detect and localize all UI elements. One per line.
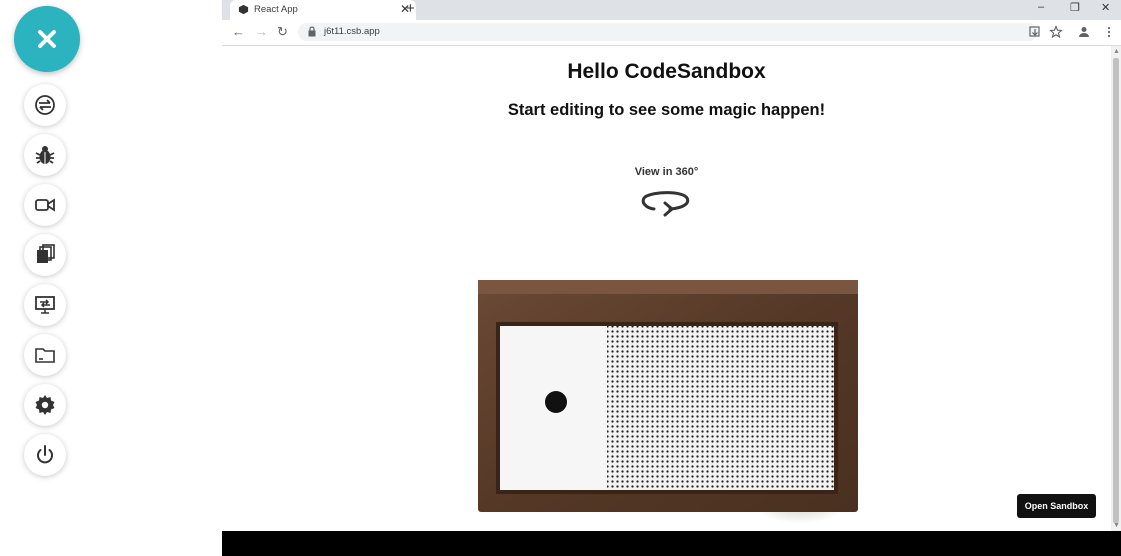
rotate-360-icon[interactable] — [640, 186, 692, 218]
gear-icon — [35, 395, 55, 415]
sync-button[interactable] — [24, 84, 66, 126]
url-field[interactable]: j6t11.csb.app — [298, 23, 1038, 41]
tab-react-app[interactable]: React App ✕ — [230, 0, 416, 20]
restore-button[interactable]: ❐ — [1070, 1, 1080, 14]
remote-desktop-icon — [35, 296, 55, 314]
scrollbar-thumb[interactable] — [1113, 58, 1119, 523]
copy-button[interactable] — [24, 234, 66, 276]
forward-button[interactable]: → — [255, 24, 268, 39]
power-button[interactable] — [24, 434, 66, 476]
view-360-label: View in 360° — [634, 166, 699, 178]
reload-button[interactable]: ↻ — [277, 24, 288, 40]
browser-window: React App ✕ + – ❐ ✕ ← → ↻ j6t11.csb.app — [222, 0, 1121, 556]
scroll-up-arrow-icon[interactable]: ▲ — [1113, 48, 1120, 55]
tab-strip: React App ✕ + – ❐ ✕ — [222, 0, 1121, 20]
sync-icon — [35, 95, 55, 115]
window-close-button[interactable]: ✕ — [1101, 1, 1110, 14]
debug-button[interactable] — [24, 134, 66, 176]
open-sandbox-button[interactable]: Open Sandbox — [1017, 494, 1096, 518]
video-button[interactable] — [24, 184, 66, 226]
url-text: j6t11.csb.app — [324, 26, 380, 37]
back-button[interactable]: ← — [232, 24, 245, 39]
tab-title: React App — [254, 4, 298, 15]
copy-icon — [37, 244, 55, 263]
power-icon — [37, 445, 53, 464]
star-icon[interactable] — [1049, 25, 1063, 39]
folder-button[interactable] — [24, 334, 66, 376]
minimize-button[interactable]: – — [1038, 1, 1044, 13]
close-button[interactable] — [14, 6, 80, 72]
product-image[interactable] — [470, 274, 870, 531]
install-app-icon[interactable] — [1028, 25, 1042, 39]
tool-panel — [0, 0, 222, 556]
folder-icon — [35, 348, 55, 363]
scrollbar[interactable]: ▲ ▼ — [1111, 46, 1121, 531]
settings-button[interactable] — [24, 384, 66, 426]
profile-icon[interactable] — [1077, 25, 1091, 39]
codesandbox-favicon-icon — [238, 4, 249, 15]
scroll-down-arrow-icon[interactable]: ▼ — [1113, 522, 1120, 529]
lock-icon — [308, 26, 316, 37]
video-camera-icon — [35, 198, 55, 212]
remote-desktop-button[interactable] — [24, 284, 66, 326]
page-viewport: Hello CodeSandbox Start editing to see s… — [222, 46, 1111, 531]
new-tab-button[interactable]: + — [406, 0, 415, 17]
page-title: Hello CodeSandbox — [567, 60, 766, 83]
address-bar: ← → ↻ j6t11.csb.app — [222, 20, 1121, 46]
close-icon — [38, 30, 56, 48]
page-subtitle: Start editing to see some magic happen! — [507, 101, 826, 119]
bug-icon — [35, 146, 55, 164]
more-menu-icon[interactable] — [1102, 25, 1116, 39]
taskbar-strip — [222, 531, 1121, 556]
